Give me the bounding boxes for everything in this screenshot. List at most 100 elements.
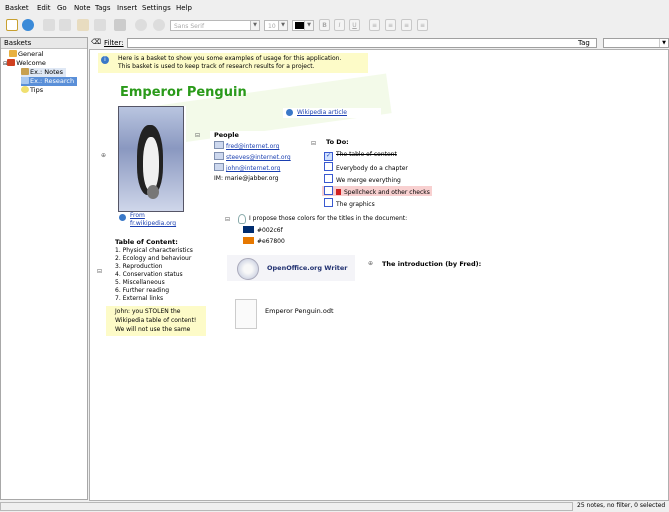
underline-button[interactable]: U xyxy=(349,19,360,31)
expand-icon[interactable]: ⊕ xyxy=(101,152,106,159)
menu-note[interactable]: Note xyxy=(74,4,91,12)
text-color-select[interactable]: ▼ xyxy=(292,20,314,31)
todo-item[interactable]: Everybody do a chapter xyxy=(322,162,432,172)
paste-button[interactable] xyxy=(76,18,90,32)
sidebar-item-tips[interactable]: Tips xyxy=(21,86,43,95)
image-source-site[interactable]: fr.wikipedia.org xyxy=(130,220,176,227)
collapse-icon[interactable]: ⊟ xyxy=(311,140,316,147)
font-size-value: 10 xyxy=(268,23,276,30)
file-note[interactable]: Emperor Penguin.odt xyxy=(227,295,371,333)
sidebar-item-ex-research[interactable]: Ex.: Research xyxy=(21,77,78,86)
todo-item[interactable]: ✓ The table of content xyxy=(322,150,432,161)
checkbox-icon[interactable] xyxy=(324,198,333,207)
checkbox-icon[interactable] xyxy=(324,174,333,183)
basket-area: i Here is a basket to show you some exam… xyxy=(89,49,669,501)
menu-settings[interactable]: Settings xyxy=(142,4,171,12)
menu-basket[interactable]: Basket xyxy=(5,4,29,12)
intro-note[interactable]: i Here is a basket to show you some exam… xyxy=(98,53,368,73)
menu-go[interactable]: Go xyxy=(57,4,67,12)
contact-row[interactable]: john@internet.org xyxy=(214,163,280,172)
new-note-button[interactable] xyxy=(5,18,19,32)
globe-icon xyxy=(119,214,126,221)
new-basket-button[interactable] xyxy=(21,18,35,32)
email-link[interactable]: john@internet.org xyxy=(226,165,280,172)
filter-clear-icon[interactable]: ⌫ xyxy=(91,38,101,46)
undo-button[interactable] xyxy=(134,18,148,32)
filter-input[interactable] xyxy=(127,38,597,48)
redo-button[interactable] xyxy=(152,18,166,32)
email-link[interactable]: steeves@internet.org xyxy=(226,154,291,161)
collapse-icon[interactable]: ⊟ xyxy=(97,268,102,275)
todo-item[interactable]: The graphics xyxy=(322,198,432,208)
copy-button[interactable] xyxy=(58,18,72,32)
basket-tree: Baskets General ⊟ Welcome Ex.: Notes Ex.:… xyxy=(0,37,88,500)
image-source-from[interactable]: From xyxy=(130,212,145,219)
align-left-button[interactable]: ≡ xyxy=(369,19,380,31)
align-right-button[interactable]: ≡ xyxy=(401,19,412,31)
status-bar: 25 notes, no filter, 0 selected xyxy=(0,501,669,512)
italic-button[interactable]: I xyxy=(334,19,345,31)
tag-select[interactable]: ▼ xyxy=(603,38,669,48)
redo-icon xyxy=(153,19,165,31)
people-header: People xyxy=(214,131,239,139)
todo-item[interactable]: Spellcheck and other checks xyxy=(322,186,432,196)
sidebar-item-welcome[interactable]: ⊟ Welcome xyxy=(3,59,46,68)
collapse-icon[interactable]: ⊟ xyxy=(225,216,230,223)
delete-icon xyxy=(94,19,106,31)
chevron-down-icon: ▼ xyxy=(250,21,259,30)
intro-line-2: This basket is used to keep track of res… xyxy=(118,63,315,70)
todo-note[interactable]: To Do: ✓ The table of content Everybody do… xyxy=(320,138,440,214)
contact-row[interactable]: steeves@internet.org xyxy=(214,152,291,161)
menu-edit[interactable]: Edit xyxy=(37,4,51,12)
color-row[interactable]: #002c6f xyxy=(243,226,283,234)
toc-item: 6. Further reading xyxy=(115,287,170,294)
contact-row[interactable]: fred@internet.org xyxy=(214,141,279,150)
writer-launcher[interactable]: OpenOffice.org Writer xyxy=(227,255,355,281)
toc-item: 5. Miscellaneous xyxy=(115,279,165,286)
toc-comment: John: you STOLEN the Wikipedia table of … xyxy=(106,306,206,336)
email-link[interactable]: fred@internet.org xyxy=(226,143,279,150)
toc-item: 4. Conservation status xyxy=(115,271,183,278)
align-justify-button[interactable]: ≡ xyxy=(417,19,428,31)
checked-checkbox-icon[interactable]: ✓ xyxy=(324,152,333,161)
tag-label: Tag xyxy=(578,39,590,47)
sidebar-item-ex-notes[interactable]: Ex.: Notes xyxy=(21,68,67,77)
align-center-button[interactable]: ≡ xyxy=(385,19,396,31)
tag-button[interactable] xyxy=(113,18,127,32)
colors-note[interactable]: I propose those colors for the titles in… xyxy=(235,214,435,248)
image-note[interactable]: From fr.wikipedia.org xyxy=(116,106,186,227)
wikipedia-link-note[interactable]: Wikipedia article xyxy=(283,108,381,118)
font-family-select[interactable]: Sans Serif ▼ xyxy=(170,20,260,31)
bold-button[interactable]: B xyxy=(319,19,330,31)
expand-icon[interactable]: ⊕ xyxy=(368,260,373,267)
page-title: Emperor Penguin xyxy=(120,85,247,100)
todo-item-label: The graphics xyxy=(336,201,375,208)
tag-icon xyxy=(114,19,126,31)
checkbox-icon[interactable] xyxy=(324,162,333,171)
sidebar-item-general[interactable]: General xyxy=(9,50,44,59)
delete-button[interactable] xyxy=(93,18,107,32)
info-icon: i xyxy=(101,56,109,64)
intro-by-fred-note[interactable]: The introduction (by Fred): xyxy=(378,259,498,271)
menu-help[interactable]: Help xyxy=(176,4,192,12)
menu-insert[interactable]: Insert xyxy=(117,4,137,12)
font-size-select[interactable]: 10 ▼ xyxy=(264,20,288,31)
collapse-icon[interactable]: ⊟ xyxy=(195,132,200,139)
pencil-icon xyxy=(21,68,29,75)
cut-button[interactable] xyxy=(42,18,56,32)
color-row[interactable]: #e67800 xyxy=(243,237,285,245)
checkbox-icon[interactable] xyxy=(324,186,333,195)
im-contact: IM: marie@jabber.org xyxy=(214,175,279,182)
chevron-down-icon: ▼ xyxy=(278,21,287,30)
sidebar-item-label: Ex.: Notes xyxy=(30,68,64,76)
todo-header: To Do: xyxy=(326,138,349,146)
people-note[interactable]: People fred@internet.org steeves@interne… xyxy=(210,131,296,186)
globe-icon xyxy=(286,109,293,116)
wikipedia-link[interactable]: Wikipedia article xyxy=(297,109,347,116)
home-icon xyxy=(7,59,16,66)
toc-item: 1. Physical characteristics xyxy=(115,247,193,254)
colors-intro: I propose those colors for the titles in… xyxy=(249,215,408,222)
toc-note[interactable]: Table of Content: 1. Physical characteri… xyxy=(104,236,206,336)
todo-item[interactable]: We merge everything xyxy=(322,174,432,184)
menu-tags[interactable]: Tags xyxy=(95,4,111,12)
